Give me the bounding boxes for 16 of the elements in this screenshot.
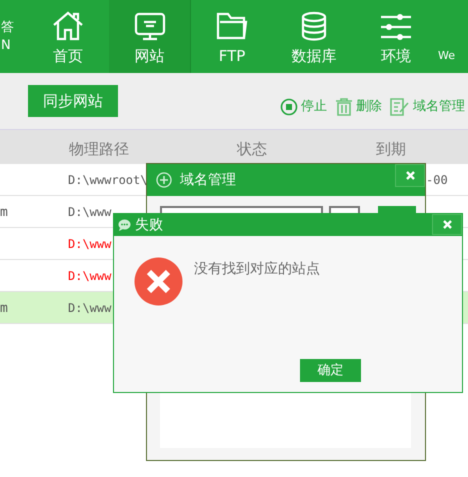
error-message: 没有找到对应的站点 <box>194 260 320 279</box>
table-cell-text: m <box>0 300 8 318</box>
logo-text: 答 <box>1 18 14 36</box>
table-cell-text: D:\www <box>68 268 112 285</box>
column-header: 状态 <box>237 139 267 160</box>
logo-text: N <box>1 36 11 54</box>
dialog-title: 失败 <box>135 216 163 234</box>
table-cell-text: m <box>0 204 8 222</box>
column-header: 物理路径 <box>69 139 129 160</box>
table-cell-text: -00 <box>426 172 448 189</box>
table-cell-text: D:\www <box>68 236 112 253</box>
table-cell-text: D:\www <box>68 300 112 317</box>
column-header: 到期 <box>376 139 406 160</box>
table-cell-text: D:\wwwroot\ <box>68 172 148 189</box>
dialog-title: 域名管理 <box>180 170 236 190</box>
table-cell-text: D:\www <box>68 204 112 221</box>
